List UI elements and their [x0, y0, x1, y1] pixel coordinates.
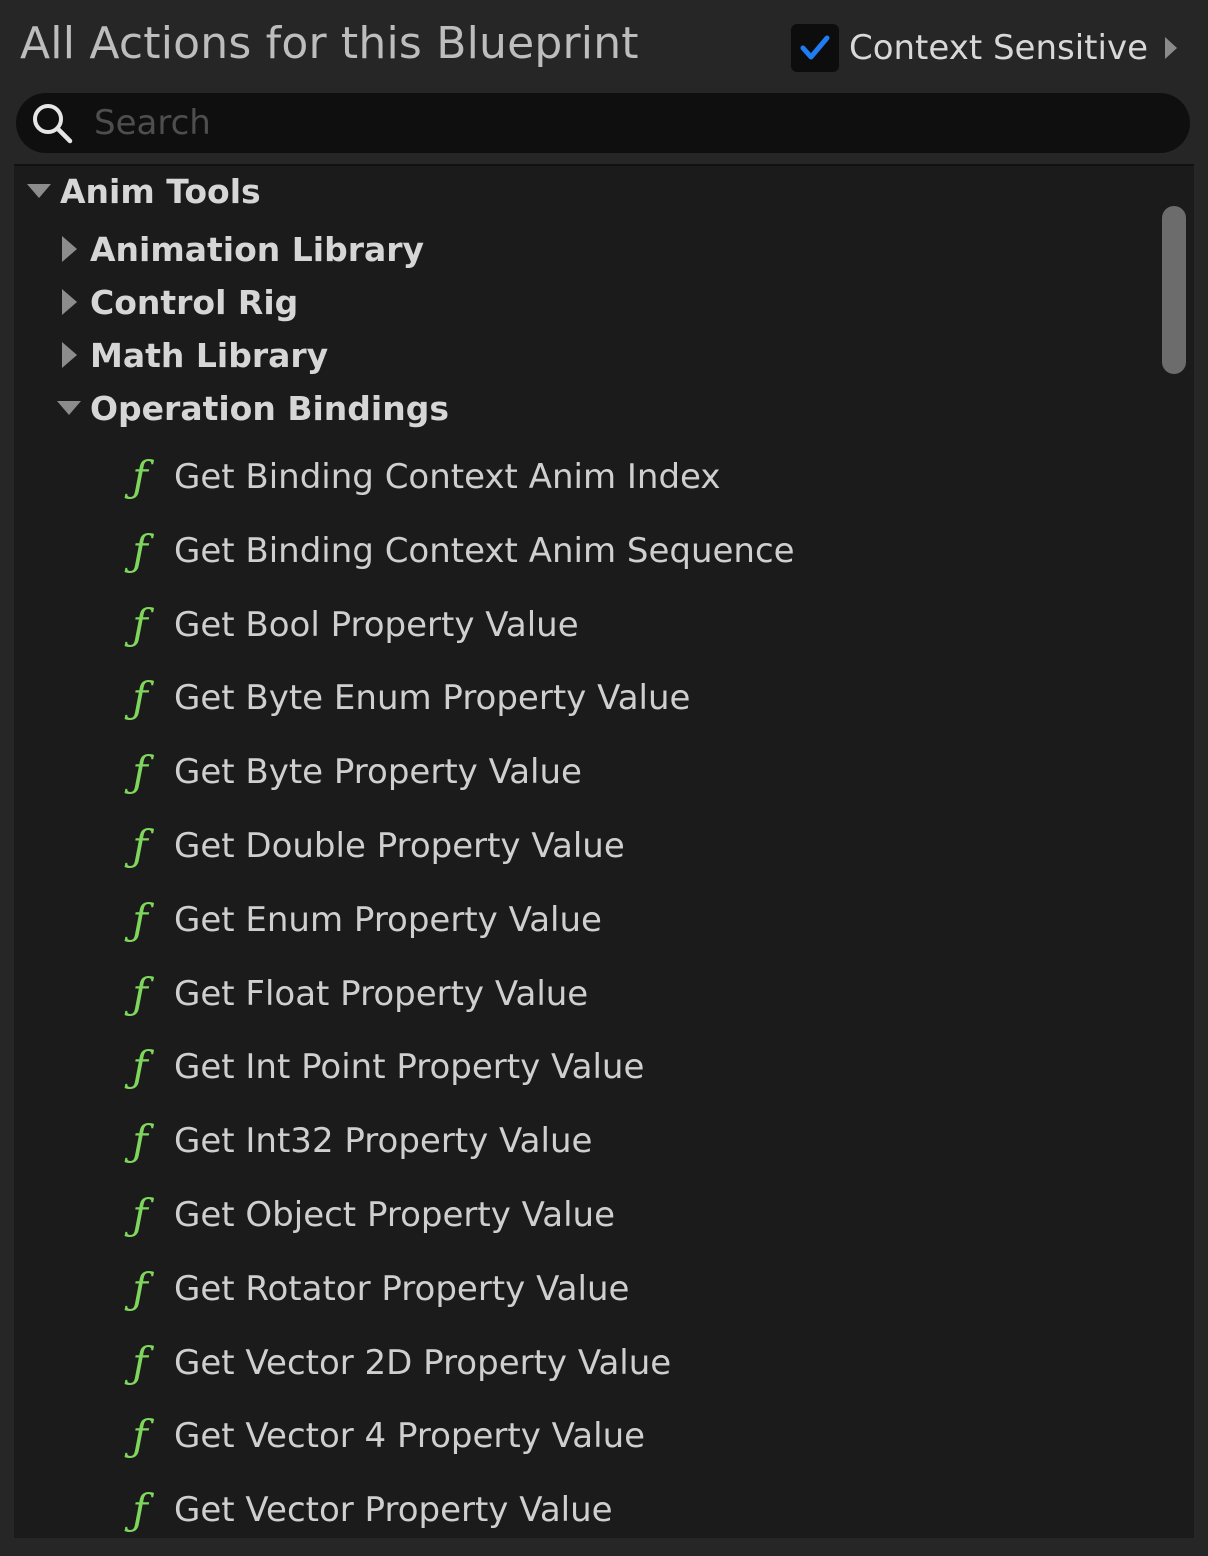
function-label: Get Byte Property Value	[174, 752, 582, 793]
tree-scrollbar-thumb[interactable]	[1162, 206, 1186, 374]
tree-function-item[interactable]: ƒ Get Rotator Property Value	[120, 1262, 1194, 1316]
search-icon	[33, 104, 73, 144]
panel-title: All Actions for this Blueprint	[20, 18, 639, 69]
caret-down-icon[interactable]	[54, 393, 84, 423]
function-label: Get Float Property Value	[174, 973, 589, 1014]
function-icon: ƒ	[132, 525, 148, 575]
function-icon: ƒ	[132, 747, 148, 797]
function-label: Get Int32 Property Value	[174, 1121, 593, 1162]
function-icon: ƒ	[132, 673, 148, 723]
tree-category-animation-library[interactable]: Animation Library	[54, 224, 1194, 274]
function-icon: ƒ	[132, 1042, 148, 1092]
action-menu-header: All Actions for this Blueprint Context S…	[0, 0, 1208, 92]
tree-function-item[interactable]: ƒ Get Binding Context Anim Index	[120, 450, 1194, 504]
tree-function-item[interactable]: ƒ Get Binding Context Anim Sequence	[120, 524, 1194, 578]
function-label: Get Vector 2D Property Value	[174, 1342, 672, 1383]
panel-bottom-edge	[14, 1538, 1194, 1556]
caret-right-icon[interactable]	[54, 340, 84, 370]
function-label: Get Vector 4 Property Value	[174, 1416, 646, 1457]
tree-function-item[interactable]: ƒ Get Object Property Value	[120, 1188, 1194, 1242]
tree-category-label: Control Rig	[90, 282, 299, 322]
function-label: Get Double Property Value	[174, 826, 625, 866]
function-icon: ƒ	[132, 1263, 148, 1313]
chevron-right-icon[interactable]	[1162, 33, 1180, 63]
tree-function-item[interactable]: ƒ Get Byte Enum Property Value	[120, 671, 1194, 725]
context-sensitive-label: Context Sensitive	[848, 28, 1148, 68]
context-sensitive-toggle[interactable]: Context Sensitive	[790, 24, 1180, 72]
context-sensitive-checkbox[interactable]	[790, 24, 839, 72]
tree-category-control-rig[interactable]: Control Rig	[54, 277, 1194, 327]
caret-right-icon[interactable]	[54, 234, 84, 264]
checkmark-icon	[800, 35, 830, 60]
caret-down-icon[interactable]	[24, 176, 54, 206]
tree-category-math-library[interactable]: Math Library	[54, 330, 1194, 380]
tree-function-item[interactable]: ƒ Get Int Point Property Value	[120, 1040, 1194, 1094]
tree-function-item[interactable]: ƒ Get Int32 Property Value	[120, 1114, 1194, 1168]
tree-category-operation-bindings[interactable]: Operation Bindings	[54, 383, 1194, 433]
function-label: Get Object Property Value	[174, 1195, 615, 1235]
function-icon: ƒ	[132, 1190, 148, 1239]
function-icon: ƒ	[132, 894, 148, 944]
search-box[interactable]	[16, 93, 1190, 153]
tree-function-item[interactable]: ƒ Get Byte Property Value	[120, 745, 1194, 799]
function-label: Get Vector Property Value	[174, 1490, 613, 1531]
tree-function-item[interactable]: ƒ Get Bool Property Value	[120, 598, 1194, 652]
tree-category-label: Anim Tools	[60, 171, 261, 211]
function-icon: ƒ	[132, 821, 148, 870]
tree-category-label: Animation Library	[90, 229, 425, 269]
tree-category-anim-tools[interactable]: Anim Tools	[24, 166, 1164, 216]
function-icon: ƒ	[132, 599, 148, 649]
tree-function-item[interactable]: ƒ Get Vector 4 Property Value	[120, 1409, 1194, 1463]
function-icon: ƒ	[132, 968, 148, 1018]
function-label: Get Binding Context Anim Index	[174, 457, 721, 497]
tree-category-label: Math Library	[90, 335, 329, 375]
tree-category-label: Operation Bindings	[90, 388, 449, 428]
action-menu-panel: All Actions for this Blueprint Context S…	[0, 0, 1208, 1556]
function-icon: ƒ	[132, 1485, 148, 1535]
function-label: Get Byte Enum Property Value	[174, 678, 691, 719]
function-icon: ƒ	[132, 452, 148, 501]
function-label: Get Rotator Property Value	[174, 1268, 630, 1309]
function-label: Get Binding Context Anim Sequence	[174, 530, 795, 571]
function-label: Get Enum Property Value	[174, 899, 602, 940]
tree-function-item[interactable]: ƒ Get Vector 2D Property Value	[120, 1336, 1194, 1390]
tree-function-item[interactable]: ƒ Get Double Property Value	[120, 819, 1194, 873]
function-label: Get Int Point Property Value	[174, 1047, 645, 1088]
tree-function-item[interactable]: ƒ Get Enum Property Value	[120, 893, 1194, 947]
tree-function-item[interactable]: ƒ Get Float Property Value	[120, 967, 1194, 1021]
search-input[interactable]	[94, 103, 1190, 143]
caret-right-icon[interactable]	[54, 287, 84, 317]
function-icon: ƒ	[132, 1337, 148, 1387]
function-icon: ƒ	[132, 1116, 148, 1166]
tree-function-item[interactable]: ƒ Get Vector Property Value	[120, 1483, 1194, 1537]
function-icon: ƒ	[132, 1411, 148, 1461]
function-label: Get Bool Property Value	[174, 604, 579, 645]
action-tree[interactable]: Anim Tools Animation Library Control Rig M…	[14, 164, 1194, 1540]
